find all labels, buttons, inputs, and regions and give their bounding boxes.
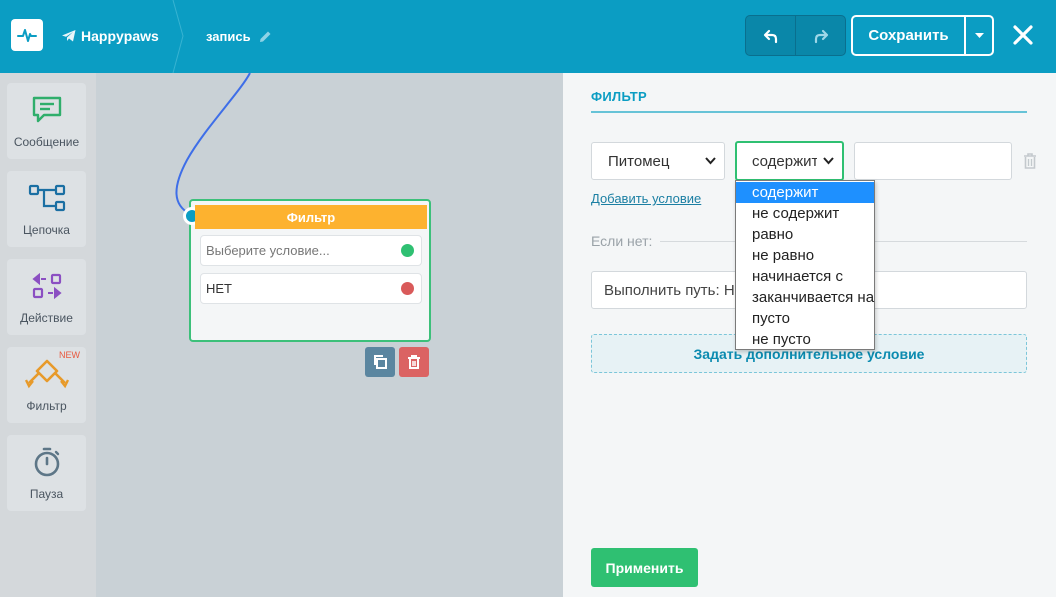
tool-label: Фильтр [26,399,67,413]
tool-chain[interactable]: Цепочка [7,171,86,247]
add-condition-link[interactable]: Добавить условие [591,191,701,206]
copy-icon [374,355,387,369]
tool-label: Сообщение [13,135,80,149]
caret-down-icon [974,32,984,38]
top-bar: Happypaws запись Сохранить [0,0,1056,73]
node-condition-text: Выберите условие... [206,243,330,258]
condition-value-input[interactable] [854,142,1012,180]
pencil-icon[interactable] [259,30,272,43]
tool-sidebar: Сообщение Цепочка Действие NEW Фильтр Па… [0,73,96,597]
undo-icon [763,29,777,43]
filter-icon [24,359,69,389]
node-else-text: НЕТ [206,281,232,296]
node-title: Фильтр [195,205,427,229]
output-port-red[interactable] [401,282,414,295]
output-port-green[interactable] [401,244,414,257]
tool-pause[interactable]: Пауза [7,435,86,511]
pulse-icon [17,29,37,42]
brand-link[interactable]: Happypaws [62,28,159,44]
operator-option[interactable]: заканчивается на [736,287,874,308]
else-path-value: Выполнить путь: НЕТ [604,281,754,299]
chain-icon [28,184,65,212]
panel-title: ФИЛЬТР [591,89,648,104]
tool-label: Пауза [29,487,64,501]
history-buttons [745,15,846,56]
operator-select[interactable]: содержит [735,141,844,181]
operator-option[interactable]: не пусто [736,329,874,350]
operator-option[interactable]: не равно [736,245,874,266]
telegram-icon [62,30,76,42]
brand-name: Happypaws [81,28,159,44]
field-select-value: Питомец [608,152,670,170]
message-icon [32,96,61,123]
tool-label: Цепочка [23,223,70,237]
save-button-group: Сохранить [851,15,994,56]
redo-icon [814,29,828,43]
operator-option[interactable]: равно [736,224,874,245]
app-logo[interactable] [11,19,43,51]
apply-button[interactable]: Применить [591,548,698,587]
tool-label: Действие [20,311,73,325]
save-button[interactable]: Сохранить [853,17,964,54]
node-condition-row[interactable]: Выберите условие... [200,235,422,266]
action-icon [31,272,62,300]
bot-title[interactable]: запись [206,29,272,44]
operator-option[interactable]: содержит [736,182,874,203]
tool-action[interactable]: Действие [7,259,86,335]
delete-node-button[interactable] [399,347,429,377]
breadcrumb-separator [172,0,184,73]
panel-title-underline [591,111,1027,113]
filter-node[interactable]: Фильтр Выберите условие... НЕТ [183,199,431,342]
timer-icon [34,447,59,477]
operator-option[interactable]: начинается с [736,266,874,287]
undo-button[interactable] [746,16,795,55]
bot-title-text: запись [206,29,251,44]
close-icon[interactable] [1010,22,1036,48]
redo-button[interactable] [795,16,845,55]
tool-message[interactable]: Сообщение [7,83,86,159]
operator-select-value: содержит [752,152,817,170]
operator-option[interactable]: пусто [736,308,874,329]
duplicate-node-button[interactable] [365,347,395,377]
chevron-down-icon [823,157,834,165]
delete-condition-icon[interactable] [1023,153,1037,169]
operator-option[interactable]: не содержит [736,203,874,224]
node-else-row[interactable]: НЕТ [200,273,422,304]
operator-dropdown-list: содержит не содержит равно не равно начи… [735,180,875,350]
chevron-down-icon [705,157,716,165]
trash-icon [408,355,420,369]
tool-filter[interactable]: NEW Фильтр [7,347,86,423]
new-badge: NEW [59,350,80,360]
field-select[interactable]: Питомец [591,142,725,180]
else-label: Если нет: [591,233,653,249]
save-options-button[interactable] [964,17,992,54]
